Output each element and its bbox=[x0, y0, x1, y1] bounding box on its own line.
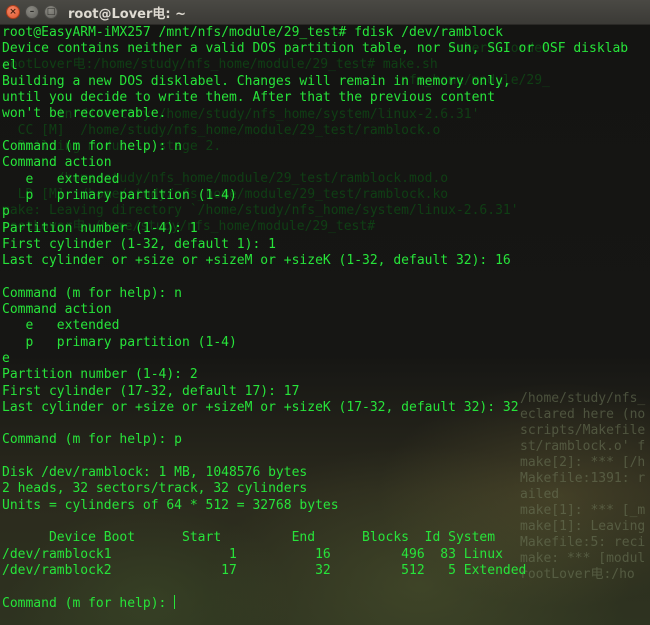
minimize-button[interactable]: – bbox=[25, 5, 39, 19]
terminal-line-text: Command (m for help): p bbox=[2, 432, 183, 448]
close-button[interactable]: × bbox=[6, 5, 20, 19]
terminal-line: won't be recoverable. bbox=[2, 106, 648, 122]
terminal-line: Command (m for help): bbox=[2, 595, 648, 611]
terminal-line: until you decide to write them. After th… bbox=[2, 90, 648, 106]
terminal-line-text: Command action bbox=[2, 155, 112, 171]
terminal-line-text: won't be recoverable. bbox=[2, 106, 167, 122]
terminal-line: e extended bbox=[2, 172, 648, 188]
terminal-line-text: p bbox=[2, 204, 10, 220]
terminal-line-text: Partition number (1-4): 1 bbox=[2, 220, 198, 236]
terminal-line: root@EasyARM-iMX257 /mnt/nfs/module/29_t… bbox=[2, 25, 648, 41]
terminal-line: 2 heads, 32 sectors/track, 32 cylinders bbox=[2, 481, 648, 497]
terminal-line: /dev/ramblock1 1 16 496 83 Linux bbox=[2, 547, 648, 563]
terminal-line: el bbox=[2, 58, 648, 74]
terminal-line-text: Command (m for help): n bbox=[2, 285, 183, 301]
terminal-line: Command (m for help): p bbox=[2, 432, 648, 448]
terminal-line-text: e extended bbox=[2, 318, 120, 334]
terminal-line: /dev/ramblock2 17 32 512 5 Extended bbox=[2, 563, 648, 579]
terminal-line-text: /dev/ramblock2 17 32 512 5 Extended bbox=[2, 562, 527, 578]
window-title: root@Lover电: ~ bbox=[68, 6, 187, 22]
terminal-line-text: Command action bbox=[2, 302, 112, 318]
terminal-line-text: root@EasyARM-iMX257 /mnt/nfs/module/29_t… bbox=[2, 25, 503, 40]
terminal-line-text: First cylinder (1-32, default 1): 1 bbox=[2, 236, 276, 252]
terminal-line-text: Command (m for help): n bbox=[2, 139, 183, 155]
terminal-line: First cylinder (17-32, default 17): 17 bbox=[2, 384, 648, 400]
terminal-line-text: Last cylinder or +size or +sizeM or +siz… bbox=[2, 253, 511, 269]
terminal-line-text: Units = cylinders of 64 * 512 = 32768 by… bbox=[2, 497, 339, 513]
terminal-line-text: e bbox=[2, 350, 10, 366]
terminal-line-text: until you decide to write them. After th… bbox=[2, 90, 496, 106]
terminal-line: e extended bbox=[2, 318, 648, 334]
terminal-line: Command action bbox=[2, 302, 648, 318]
terminal-line-text: Last cylinder or +size or +sizeM or +siz… bbox=[2, 399, 519, 415]
terminal-line-text: p primary partition (1-4) bbox=[2, 187, 237, 203]
maximize-button[interactable]: □ bbox=[44, 5, 58, 19]
terminal-line-text: Disk /dev/ramblock: 1 MB, 1048576 bytes bbox=[2, 465, 308, 481]
terminal-area[interactable]: orkers -order rootLover电:/home/study/nfs… bbox=[0, 25, 650, 625]
terminal-line-text: Device Boot Start End Blocks Id System bbox=[2, 530, 496, 546]
window-controls: × – □ bbox=[6, 5, 58, 19]
terminal-line: Device contains neither a valid DOS part… bbox=[2, 41, 648, 57]
terminal-line-text: p primary partition (1-4) bbox=[2, 334, 237, 350]
terminal-line-text: 2 heads, 32 sectors/track, 32 cylinders bbox=[2, 481, 308, 497]
title-bar[interactable]: × – □ root@Lover电: ~ bbox=[0, 0, 650, 25]
terminal-line: p primary partition (1-4) bbox=[2, 335, 648, 351]
terminal-line: Partition number (1-4): 1 bbox=[2, 221, 648, 237]
terminal-line-text: Command (m for help): bbox=[2, 596, 175, 612]
terminal-line-text: Device contains neither a valid DOS part… bbox=[2, 41, 629, 57]
terminal-line: Partition number (1-4): 2 bbox=[2, 367, 648, 383]
terminal-line-text: Partition number (1-4): 2 bbox=[2, 367, 198, 383]
terminal-line-text: el bbox=[2, 57, 18, 73]
terminal-line: Last cylinder or +size or +sizeM or +siz… bbox=[2, 400, 648, 416]
terminal-output[interactable]: root@EasyARM-iMX257 /mnt/nfs/module/29_t… bbox=[2, 25, 648, 625]
terminal-line: e bbox=[2, 351, 648, 367]
terminal-line-text: Building a new DOS disklabel. Changes wi… bbox=[2, 73, 511, 89]
terminal-line: Command (m for help): n bbox=[2, 286, 648, 302]
terminal-line-text: /dev/ramblock1 1 16 496 83 Linux bbox=[2, 546, 503, 562]
terminal-line: Device Boot Start End Blocks Id System bbox=[2, 530, 648, 546]
terminal-line: Units = cylinders of 64 * 512 = 32768 by… bbox=[2, 498, 648, 514]
terminal-line: Disk /dev/ramblock: 1 MB, 1048576 bytes bbox=[2, 465, 648, 481]
terminal-line-text: e extended bbox=[2, 171, 120, 187]
terminal-line: Command (m for help): n bbox=[2, 139, 648, 155]
terminal-line: Last cylinder or +size or +sizeM or +siz… bbox=[2, 253, 648, 269]
text-cursor bbox=[174, 595, 176, 610]
terminal-line: Command action bbox=[2, 155, 648, 171]
terminal-line: p bbox=[2, 204, 648, 220]
terminal-window: × – □ root@Lover电: ~ orkers -order rootL… bbox=[0, 0, 650, 625]
terminal-line-text: First cylinder (17-32, default 17): 17 bbox=[2, 383, 300, 399]
terminal-line: Building a new DOS disklabel. Changes wi… bbox=[2, 74, 648, 90]
terminal-line: p primary partition (1-4) bbox=[2, 188, 648, 204]
terminal-line: First cylinder (1-32, default 1): 1 bbox=[2, 237, 648, 253]
